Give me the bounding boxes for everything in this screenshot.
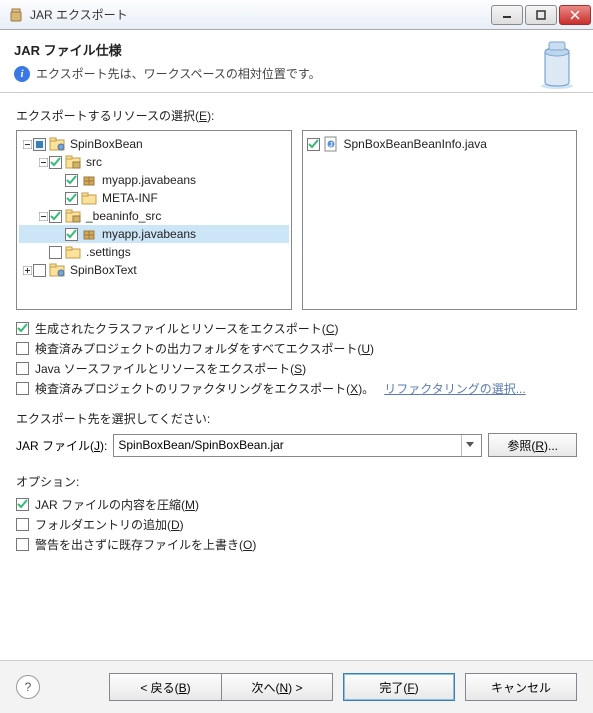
srcfolder-icon (65, 154, 81, 170)
titlebar: JAR エクスポート (0, 0, 593, 30)
close-button[interactable] (559, 5, 591, 25)
collapse-icon[interactable] (21, 138, 33, 150)
checkbox[interactable] (16, 498, 29, 511)
jar-option-row: 警告を出さずに既存ファイルを上書き(O) (16, 536, 577, 553)
project-icon (49, 136, 65, 152)
export-option-row: 検査済みプロジェクトの出力フォルダをすべてエクスポート(U) (16, 340, 577, 357)
option-label[interactable]: 検査済みプロジェクトの出力フォルダをすべてエクスポート(U) (35, 340, 374, 357)
wizard-header: JAR ファイル仕様 i エクスポート先は、ワークスペースの相対位置です。 (0, 30, 593, 93)
options-label: オプション: (16, 473, 577, 490)
checkbox[interactable] (33, 264, 46, 277)
project-icon (49, 262, 65, 278)
resource-tree-right[interactable]: J SpnBoxBeanBeanInfo.java (302, 130, 578, 310)
minimize-button[interactable] (491, 5, 523, 25)
page-title: JAR ファイル仕様 (14, 40, 579, 59)
collapse-icon[interactable] (37, 210, 49, 222)
tree-label: myapp.javabeans (100, 173, 198, 187)
maximize-button[interactable] (525, 5, 557, 25)
checkbox[interactable] (49, 156, 62, 169)
tree-item[interactable]: SpinBoxBean (19, 135, 289, 153)
checkbox[interactable] (49, 246, 62, 259)
tree-item[interactable]: _beaninfo_src (19, 207, 289, 225)
option-label[interactable]: 警告を出さずに既存ファイルを上書き(O) (35, 536, 256, 553)
tree-item[interactable]: myapp.javabeans (19, 171, 289, 189)
export-option-row: Java ソースファイルとリソースをエクスポート(S) (16, 360, 577, 377)
checkbox[interactable] (33, 138, 46, 151)
tree-label: SpinBoxBean (68, 137, 145, 151)
option-label[interactable]: フォルダエントリの追加(D) (35, 516, 184, 533)
srcfolder-icon (65, 208, 81, 224)
tree-item[interactable]: myapp.javabeans (19, 225, 289, 243)
svg-text:J: J (329, 143, 332, 149)
checkbox[interactable] (65, 174, 78, 187)
export-option-row: 生成されたクラスファイルとリソースをエクスポート(C) (16, 320, 577, 337)
tree-label: META-INF (100, 191, 160, 205)
refactoring-link[interactable]: リファクタリングの選択... (384, 380, 526, 397)
file-label: SpnBoxBeanBeanInfo.java (342, 137, 489, 151)
cancel-button[interactable]: キャンセル (465, 673, 577, 701)
window-title: JAR エクスポート (30, 6, 491, 23)
checkbox[interactable] (16, 362, 29, 375)
checkbox[interactable] (16, 342, 29, 355)
option-label[interactable]: 生成されたクラスファイルとリソースをエクスポート(C) (35, 320, 338, 337)
checkbox[interactable] (49, 210, 62, 223)
jar-wizard-icon (535, 38, 579, 90)
twisty-none (53, 192, 65, 204)
java-file-icon: J (323, 136, 339, 152)
help-button[interactable]: ? (16, 675, 40, 699)
browse-button[interactable]: 参照(R)... (488, 433, 577, 457)
package-icon (81, 172, 97, 188)
jar-option-row: フォルダエントリの追加(D) (16, 516, 577, 533)
wizard-footer: ? < 戻る(B) 次へ(N) > 完了(F) キャンセル (0, 660, 593, 713)
tree-label: myapp.javabeans (100, 227, 198, 241)
checkbox[interactable] (16, 382, 29, 395)
twisty-none (37, 246, 49, 258)
checkbox[interactable] (16, 518, 29, 531)
checkbox[interactable] (307, 138, 320, 151)
checkbox[interactable] (65, 192, 78, 205)
twisty-none (53, 174, 65, 186)
package-icon (81, 226, 97, 242)
jar-file-label: JAR ファイル(J): (16, 437, 107, 454)
tree-item[interactable]: META-INF (19, 189, 289, 207)
option-label[interactable]: 検査済みプロジェクトのリファクタリングをエクスポート(X)。 (35, 380, 374, 397)
tree-item[interactable]: .settings (19, 243, 289, 261)
folder-icon (81, 190, 97, 206)
folder-icon (65, 244, 81, 260)
tree-label: _beaninfo_src (84, 209, 163, 223)
jar-file-combo[interactable] (113, 434, 482, 457)
info-icon: i (14, 66, 30, 82)
jar-file-input[interactable] (118, 438, 461, 452)
destination-label: エクスポート先を選択してください: (16, 410, 577, 427)
collapse-icon[interactable] (37, 156, 49, 168)
twisty-none (53, 228, 65, 240)
file-item[interactable]: J SpnBoxBeanBeanInfo.java (305, 135, 575, 153)
tree-item[interactable]: SpinBoxText (19, 261, 289, 279)
checkbox[interactable] (16, 322, 29, 335)
combo-dropdown-icon[interactable] (461, 435, 477, 456)
resources-label: エクスポートするリソースの選択(E): (16, 107, 577, 124)
back-button[interactable]: < 戻る(B) (109, 673, 221, 701)
expand-icon[interactable] (21, 264, 33, 276)
tree-label: SpinBoxText (68, 263, 139, 277)
resource-tree-left[interactable]: SpinBoxBean src myapp.javabeans META-INF _be… (16, 130, 292, 310)
checkbox[interactable] (65, 228, 78, 241)
tree-label: .settings (84, 245, 133, 259)
option-label[interactable]: JAR ファイルの内容を圧縮(M) (35, 496, 199, 513)
checkbox[interactable] (16, 538, 29, 551)
jar-app-icon (8, 7, 24, 23)
option-label[interactable]: Java ソースファイルとリソースをエクスポート(S) (35, 360, 306, 377)
tree-label: src (84, 155, 104, 169)
next-button[interactable]: 次へ(N) > (221, 673, 333, 701)
jar-option-row: JAR ファイルの内容を圧縮(M) (16, 496, 577, 513)
finish-button[interactable]: 完了(F) (343, 673, 455, 701)
tree-item[interactable]: src (19, 153, 289, 171)
wizard-content: エクスポートするリソースの選択(E): SpinBoxBean src myapp.… (0, 93, 593, 566)
export-option-row: 検査済みプロジェクトのリファクタリングをエクスポート(X)。リファクタリングの選… (16, 380, 577, 397)
page-description: エクスポート先は、ワークスペースの相対位置です。 (36, 65, 321, 82)
